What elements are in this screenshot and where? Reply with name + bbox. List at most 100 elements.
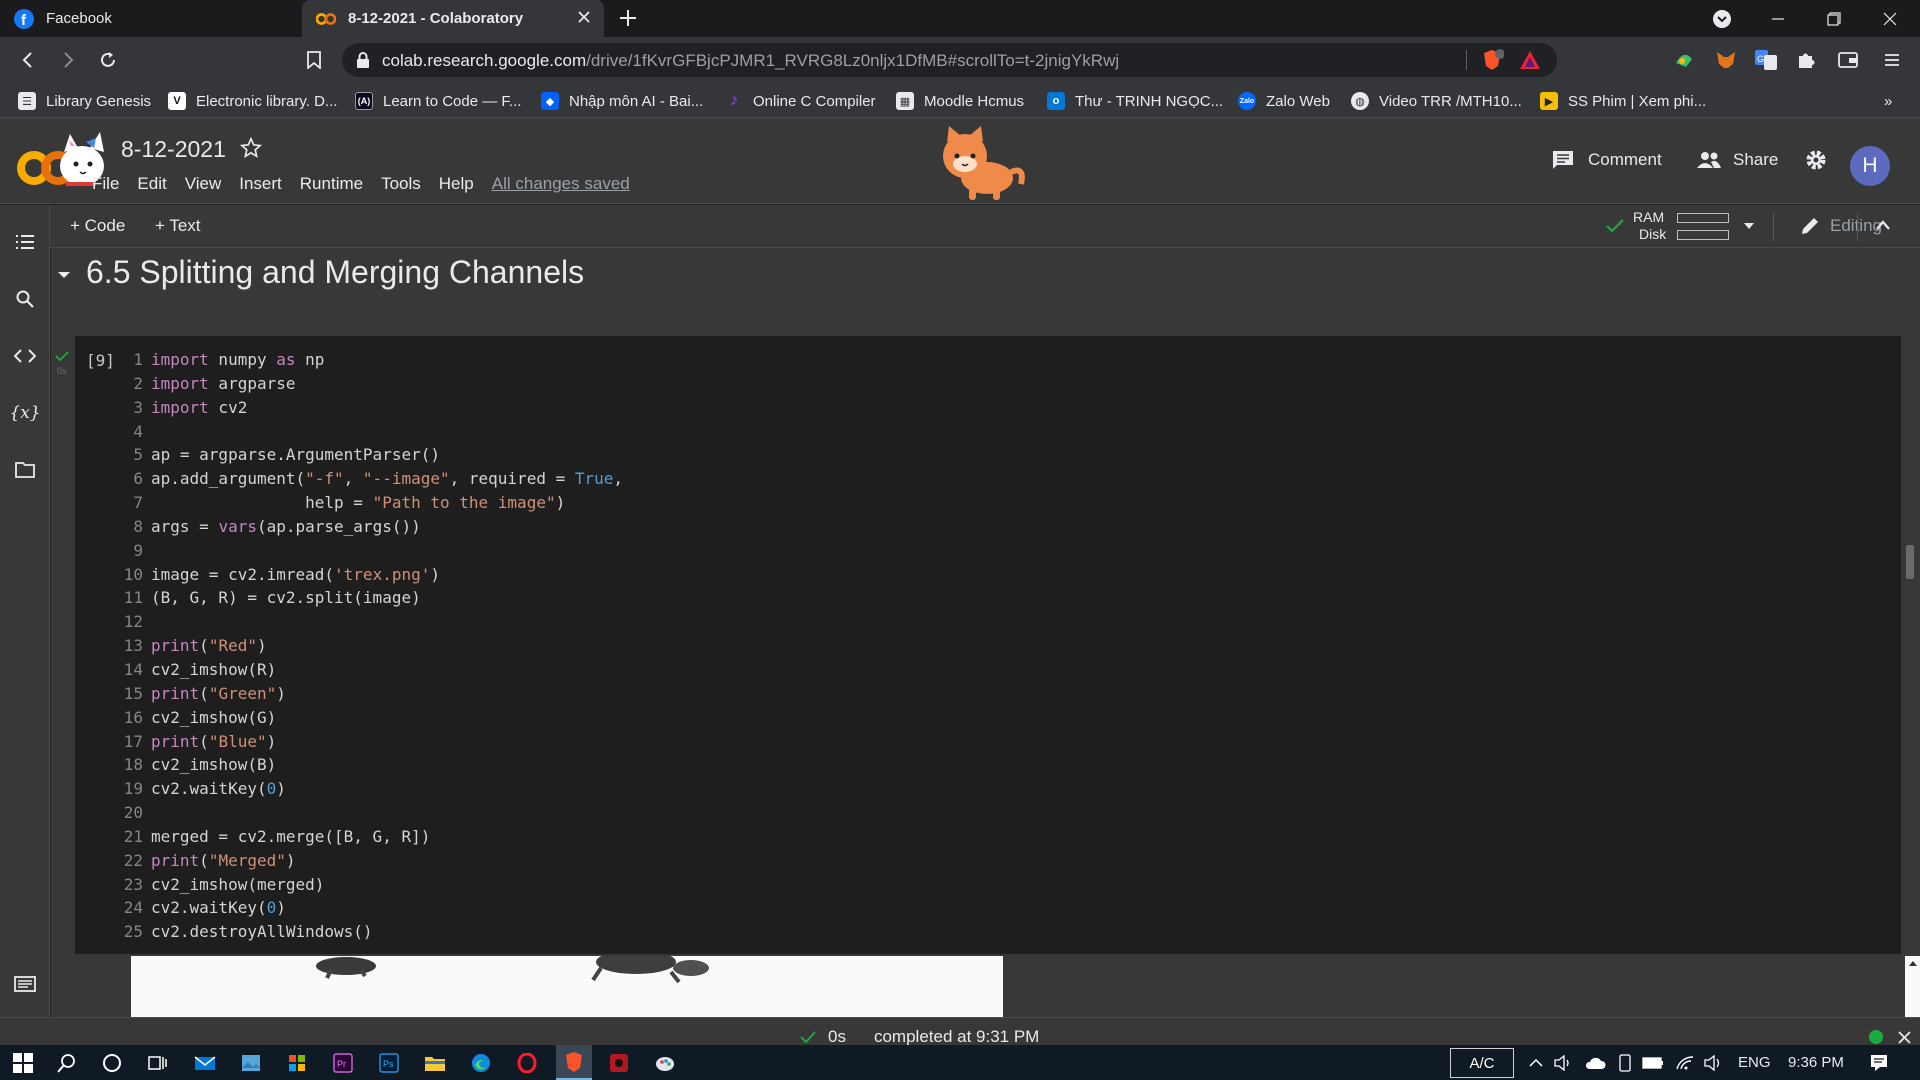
bookmark-library-genesis[interactable]: ☰ Library Genesis	[18, 90, 151, 112]
bookmark-electronic-library[interactable]: V Electronic library. D...	[168, 90, 337, 112]
code-editor[interactable]: 1 import numpy as np 2 import argparse 3 im…	[113, 348, 623, 944]
windows-start-icon[interactable]	[10, 1050, 36, 1076]
menu-tools[interactable]: Tools	[381, 174, 421, 194]
bookmark-nhap-mon-ai[interactable]: ◆ Nhập môn AI - Bai...	[541, 90, 703, 112]
files-folder-icon[interactable]	[13, 458, 37, 482]
bookmark-outlook-mail[interactable]: o Thư - TRINH NGỌC...	[1047, 90, 1223, 112]
battery-icon[interactable]	[1640, 1050, 1666, 1076]
volume-icon[interactable]	[1700, 1050, 1726, 1076]
globe-icon: ◍	[1351, 92, 1369, 110]
ac-power-indicator[interactable]: A/C	[1450, 1048, 1514, 1078]
extensions-puzzle-icon[interactable]	[1794, 48, 1818, 72]
premiere-pro-icon[interactable]: Pr	[330, 1050, 356, 1076]
section-heading[interactable]: 6.5 Splitting and Merging Channels	[86, 254, 584, 291]
facebook-icon: f	[14, 8, 34, 29]
editing-mode-button[interactable]: Editing	[1800, 216, 1882, 236]
settings-gear-icon[interactable]	[1804, 148, 1828, 172]
close-window-icon[interactable]	[1862, 0, 1918, 37]
cell-success-check-icon[interactable]	[55, 350, 69, 362]
code-line: 20	[123, 803, 143, 823]
notebook-title[interactable]: 8-12-2021	[121, 136, 226, 163]
speaker-tray-icon[interactable]	[1550, 1050, 1576, 1076]
bookmark-ss-phim[interactable]: ▶ SS Phim | Xem phi...	[1540, 90, 1706, 112]
url-bar[interactable]: colab.research.google.com/drive/1fKvrGFB…	[342, 43, 1557, 77]
opera-icon[interactable]	[514, 1050, 540, 1076]
task-view-icon[interactable]	[144, 1050, 170, 1076]
mail-icon[interactable]	[192, 1050, 218, 1076]
code-line: 15 print("Green")	[123, 683, 286, 703]
menu-runtime[interactable]: Runtime	[300, 174, 363, 194]
resources-indicator[interactable]: RAM Disk	[1605, 209, 1755, 243]
star-icon[interactable]	[240, 137, 262, 159]
game-app-icon[interactable]	[606, 1050, 632, 1076]
menu-help[interactable]: Help	[439, 174, 474, 194]
execution-status[interactable]: 0s completed at 9:31 PM	[800, 1027, 1039, 1047]
tab-facebook[interactable]: f Facebook	[0, 0, 300, 37]
tab-colab[interactable]: 8-12-2021 - Colaboratory	[302, 0, 604, 37]
restore-icon[interactable]	[1806, 0, 1862, 37]
menu-edit[interactable]: Edit	[137, 174, 166, 194]
share-button[interactable]: Share	[1697, 150, 1778, 170]
account-avatar[interactable]: H	[1850, 146, 1890, 186]
connection-status-dot[interactable]	[1869, 1030, 1883, 1044]
bookmark-icon[interactable]	[302, 48, 326, 72]
close-tab-icon[interactable]	[576, 9, 592, 25]
section-collapse-caret-icon[interactable]	[57, 270, 71, 280]
device-tray-icon[interactable]	[1612, 1050, 1638, 1076]
comment-button[interactable]: Comment	[1552, 150, 1662, 170]
new-tab-icon[interactable]	[616, 6, 640, 30]
bookmark-video-trr[interactable]: ◍ Video TRR /MTH10...	[1351, 90, 1522, 112]
tab-search-icon[interactable]	[1694, 0, 1750, 37]
forward-icon[interactable]	[56, 48, 80, 72]
zalo-icon: Zalo	[1238, 92, 1256, 110]
photoshop-icon[interactable]: Ps	[376, 1050, 402, 1076]
code-line: 11 (B, G, R) = cv2.split(image)	[123, 588, 421, 608]
wifi-icon[interactable]	[1672, 1050, 1698, 1076]
metamask-icon[interactable]	[1714, 48, 1738, 72]
resources-dropdown-icon[interactable]	[1743, 222, 1755, 230]
taskbar-search-icon[interactable]	[54, 1050, 80, 1076]
cortana-icon[interactable]	[99, 1050, 125, 1076]
extension-color-icon[interactable]	[1672, 48, 1696, 72]
code-snippets-icon[interactable]	[13, 344, 37, 368]
minimize-icon[interactable]	[1750, 0, 1806, 37]
browser-menu-icon[interactable]	[1880, 48, 1904, 72]
brave-rewards-icon[interactable]	[1519, 49, 1541, 71]
google-translate-icon[interactable]: G	[1754, 48, 1778, 72]
compiler-icon: ♪	[730, 92, 738, 109]
brave-shields-icon[interactable]	[1480, 48, 1504, 72]
output-scrollbar[interactable]	[1905, 956, 1920, 1017]
onedrive-cloud-icon[interactable]	[1582, 1050, 1608, 1076]
bookmark-moodle-hcmus[interactable]: ▦ Moodle Hcmus	[896, 90, 1024, 112]
notification-center-icon[interactable]	[1866, 1050, 1892, 1076]
edge-icon[interactable]	[468, 1050, 494, 1076]
search-icon[interactable]	[13, 287, 37, 311]
input-language[interactable]: ENG	[1738, 1054, 1771, 1071]
show-hidden-icons-chevron-icon[interactable]	[1523, 1050, 1549, 1076]
menu-insert[interactable]: Insert	[239, 174, 282, 194]
table-of-contents-icon[interactable]	[13, 230, 37, 254]
add-text-button[interactable]: + Text	[155, 216, 201, 236]
collapse-header-icon[interactable]	[1875, 219, 1891, 231]
save-status[interactable]: All changes saved	[492, 174, 630, 194]
menu-file[interactable]: File	[92, 174, 119, 194]
menu-view[interactable]: View	[185, 174, 222, 194]
close-status-icon[interactable]	[1898, 1031, 1911, 1044]
variables-icon[interactable]: {x}	[9, 401, 40, 425]
file-explorer-icon[interactable]	[422, 1050, 448, 1076]
bookmark-freecodecamp[interactable]: (A) Learn to Code — F...	[355, 90, 521, 112]
wallet-icon[interactable]	[1836, 48, 1860, 72]
add-code-button[interactable]: + Code	[70, 216, 125, 236]
brave-browser-taskbar-icon[interactable]	[556, 1045, 592, 1080]
photos-icon[interactable]	[238, 1050, 264, 1076]
taskbar-clock[interactable]: 9:36 PM	[1788, 1054, 1844, 1071]
microsoft-store-icon[interactable]	[284, 1050, 310, 1076]
notebook-scrollbar-thumb[interactable]	[1906, 545, 1914, 579]
back-icon[interactable]	[16, 48, 40, 72]
paint-app-icon[interactable]	[652, 1050, 678, 1076]
bookmark-online-c-compiler[interactable]: ♪ Online C Compiler	[725, 90, 876, 112]
reload-icon[interactable]	[96, 48, 120, 72]
terminal-icon[interactable]	[13, 972, 37, 996]
more-bookmarks-icon[interactable]: »	[1884, 90, 1892, 112]
bookmark-zalo-web[interactable]: Zalo Zalo Web	[1238, 90, 1330, 112]
